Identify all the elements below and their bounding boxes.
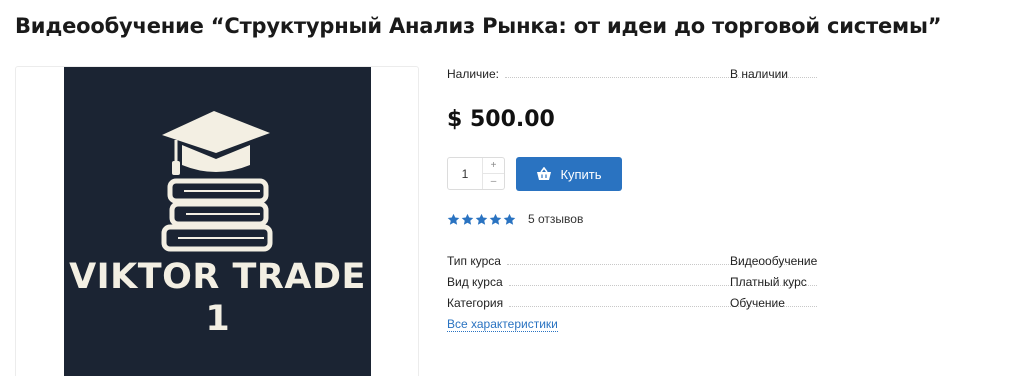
spec-row: Тип курса Видеообучение (447, 252, 827, 268)
spec-row: Вид курса Платный курс (447, 273, 827, 289)
availability-row: Наличие: В наличии (447, 65, 827, 81)
basket-icon (537, 167, 552, 180)
product-image-frame[interactable]: VIKTOR TRADE 1 (15, 66, 419, 376)
brand-name: VIKTOR TRADE (69, 257, 366, 297)
star-icon (447, 213, 460, 225)
spec-row: Категория Обучение (447, 294, 827, 310)
product-image[interactable]: VIKTOR TRADE 1 (64, 67, 371, 376)
spec-value: Платный курс (730, 275, 807, 289)
star-icon (475, 213, 488, 225)
quantity-input[interactable]: 1 (448, 158, 482, 189)
product-price: $ 500.00 (447, 107, 555, 132)
quantity-arrows: + – (482, 158, 504, 189)
quantity-stepper[interactable]: 1 + – (447, 157, 505, 190)
star-icon (461, 213, 474, 225)
star-icon (489, 213, 502, 225)
availability-value: В наличии (730, 67, 789, 81)
spec-key: Категория (447, 296, 504, 310)
quantity-decrease-button[interactable]: – (483, 174, 504, 189)
spec-value: Видеообучение (730, 254, 818, 268)
quantity-increase-button[interactable]: + (483, 158, 504, 174)
brand-number: 1 (205, 299, 230, 339)
spec-key: Тип курса (447, 254, 501, 268)
all-specs-link[interactable]: Все характеристики (447, 317, 558, 332)
graduation-books-logo (161, 111, 273, 252)
page-title: Видеообучение “Структурный Анализ Рынка:… (15, 14, 942, 38)
star-icon (503, 213, 516, 225)
rating-stars (447, 213, 516, 226)
spec-key: Вид курса (447, 275, 503, 289)
buy-button[interactable]: Купить (516, 157, 622, 191)
spec-value: Обучение (730, 296, 785, 310)
rating[interactable]: 5 отзывов (447, 212, 583, 226)
reviews-count[interactable]: 5 отзывов (528, 212, 583, 226)
availability-label: Наличие: (447, 67, 500, 81)
buy-button-label: Купить (560, 166, 602, 182)
